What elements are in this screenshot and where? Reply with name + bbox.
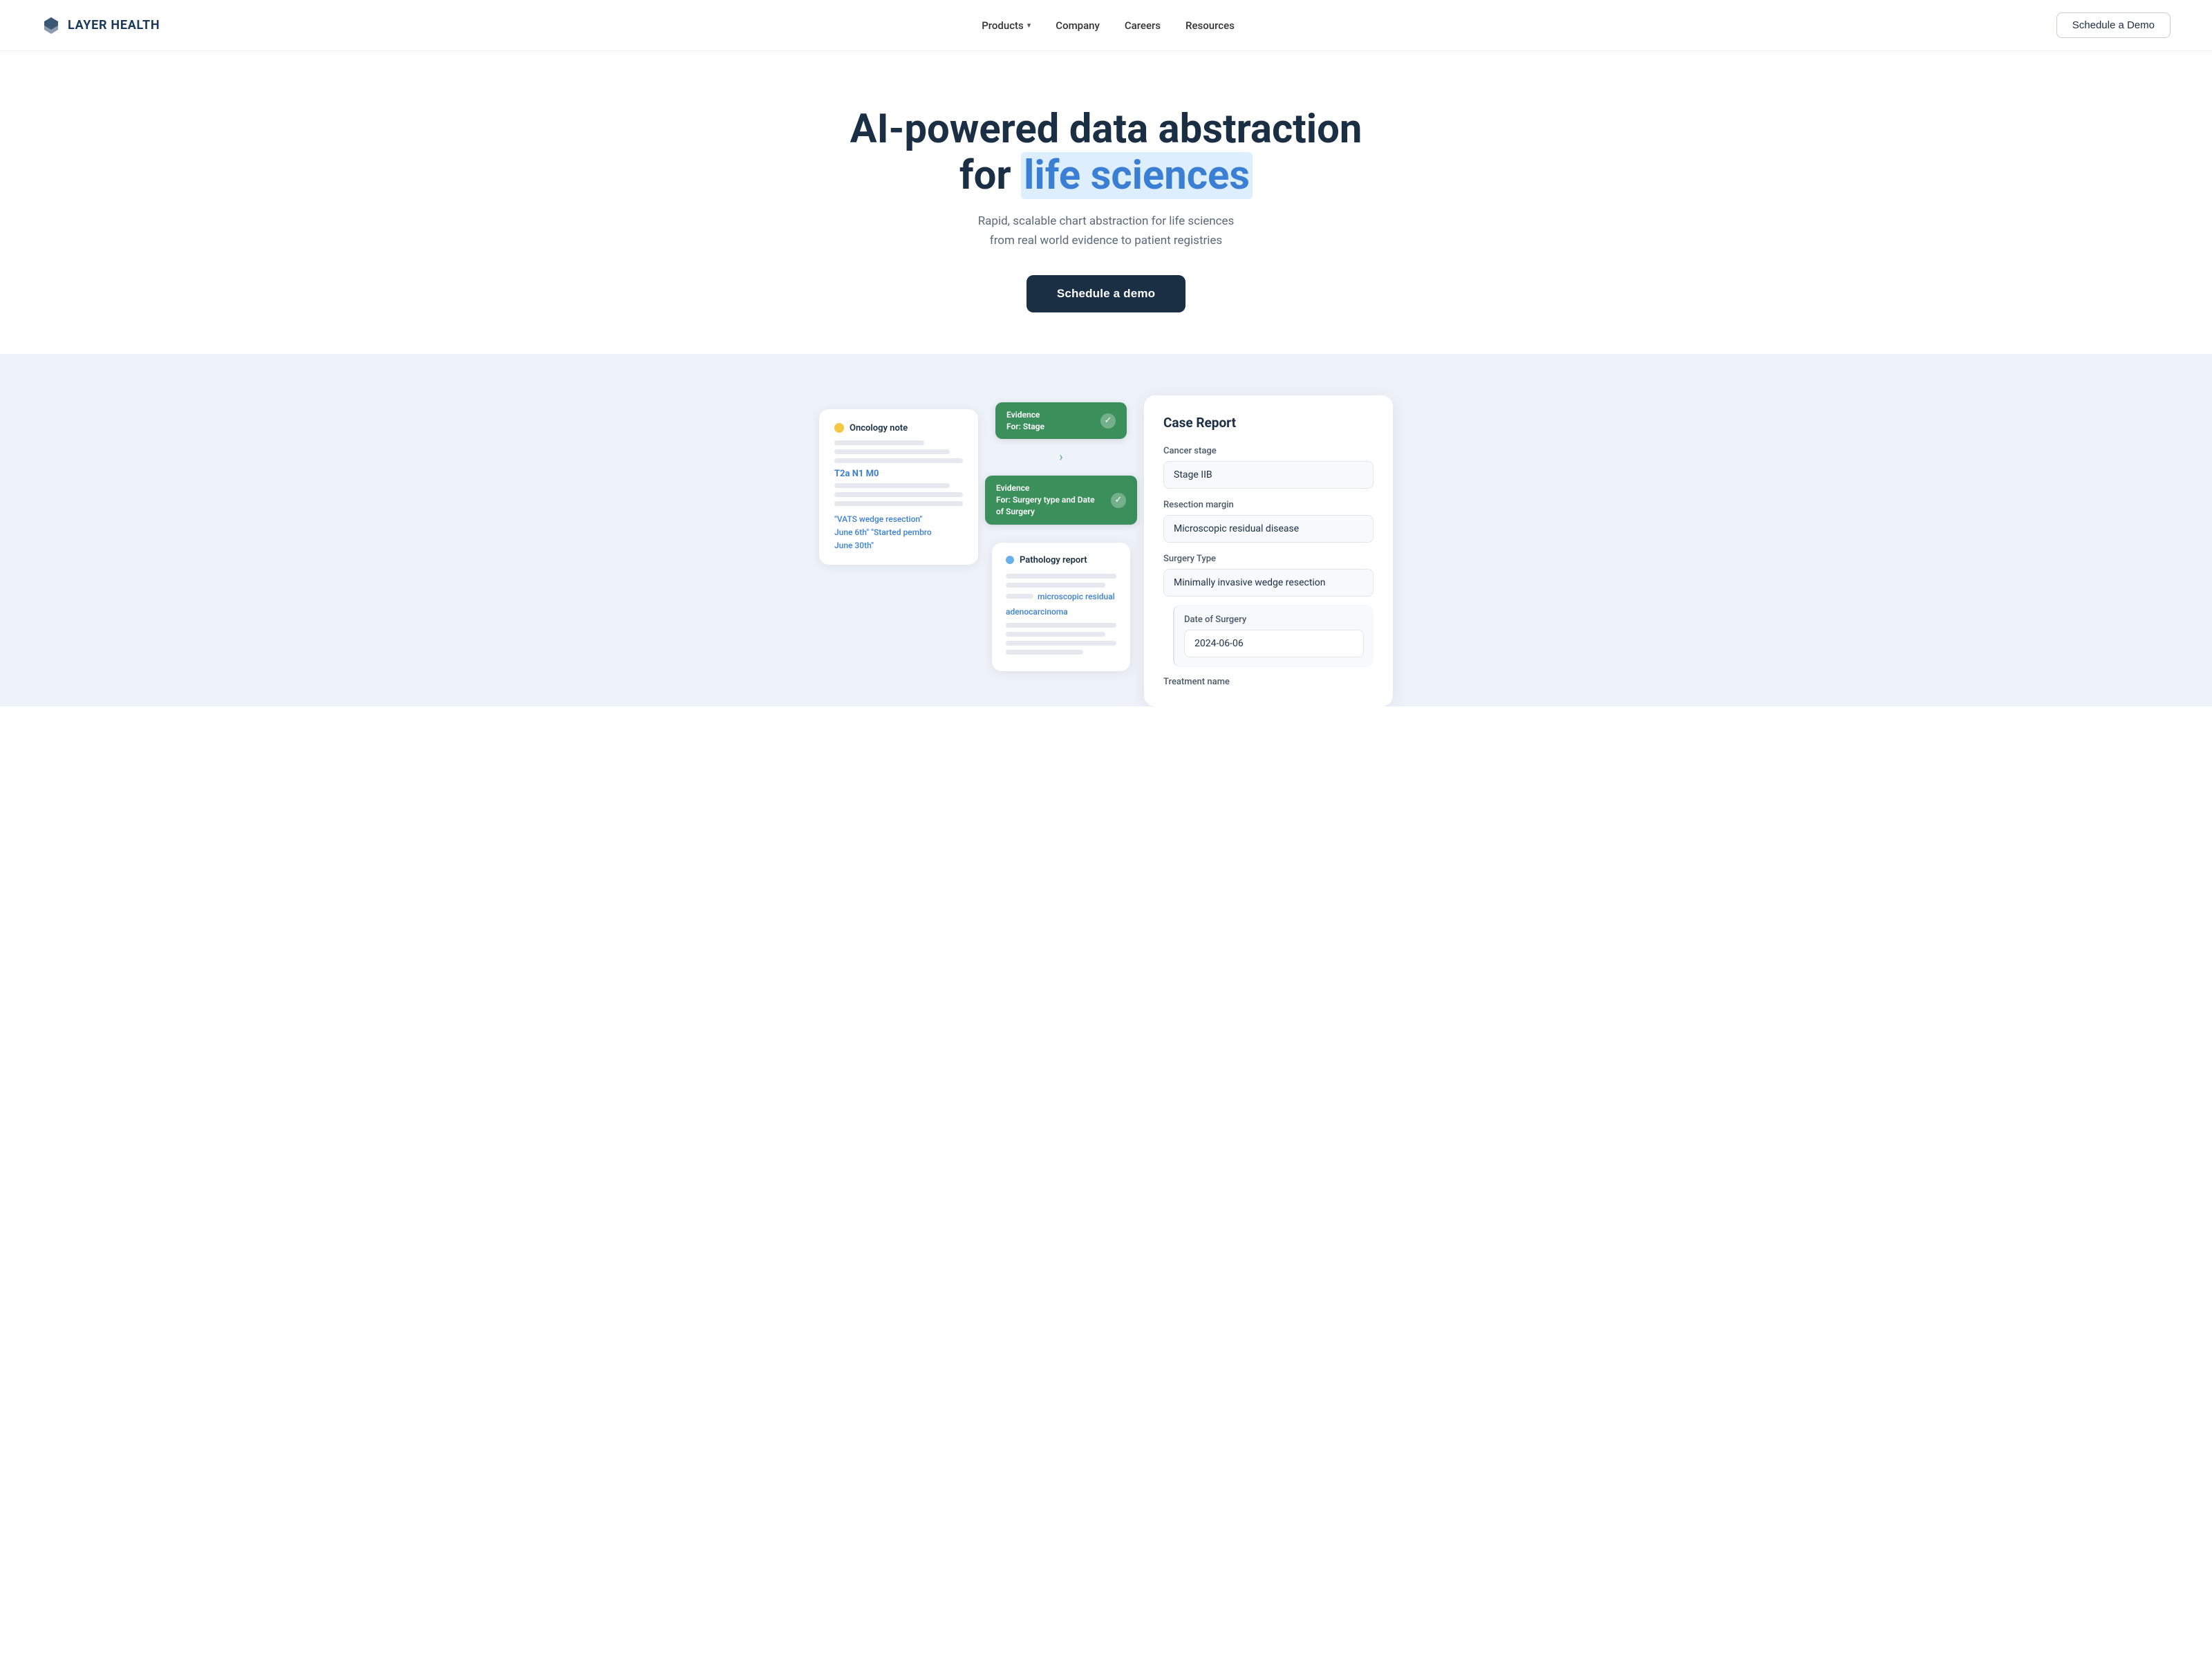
stage-text: T2a N1 M0 [834, 469, 963, 479]
hero-cta-button[interactable]: Schedule a demo [1027, 275, 1185, 312]
evidence-check-icon-2: ✓ [1111, 493, 1126, 508]
resection-margin-value: Microscopic residual disease [1163, 515, 1374, 543]
surgery-type-value: Minimally invasive wedge resection [1163, 569, 1374, 597]
surgery-type-label: Surgery Type [1163, 554, 1374, 564]
blue-dot-icon [1006, 556, 1014, 564]
cancer-stage-value: Stage IIB [1163, 461, 1374, 489]
resection-margin-label: Resection margin [1163, 500, 1374, 510]
text-line-5 [834, 492, 963, 497]
oncology-card: Oncology note T2a N1 M0 "VATS wedge rese… [819, 409, 978, 565]
nav-schedule-demo-button[interactable]: Schedule a Demo [2056, 12, 2171, 38]
text-line-6 [834, 501, 963, 506]
path-line-1 [1006, 574, 1116, 579]
path-short-line [1006, 594, 1033, 599]
nav-links: Products ▾ Company Careers Resources [982, 19, 1235, 32]
date-of-surgery-label: Date of Surgery [1184, 615, 1364, 625]
hero-section: AI-powered data abstraction for life sci… [0, 51, 2212, 354]
nav-item-products[interactable]: Products ▾ [982, 19, 1031, 32]
pathology-card-title: Pathology report [1020, 555, 1087, 565]
pathology-card-header: Pathology report [1006, 555, 1116, 565]
evidence-badge-surgery-text: Evidence For: Surgery type and Date of S… [996, 482, 1100, 517]
cancer-stage-label: Cancer stage [1163, 446, 1374, 456]
yellow-dot-icon [834, 423, 844, 433]
evidence-badge-stage: Evidence For: Stage ✓ [995, 402, 1127, 440]
demo-inner: Oncology note T2a N1 M0 "VATS wedge rese… [819, 395, 1393, 706]
date-of-surgery-group: Date of Surgery 2024-06-06 [1173, 605, 1374, 667]
evidence-badge-surgery: Evidence For: Surgery type and Date of S… [985, 476, 1137, 524]
hero-subtitle: Rapid, scalable chart abstraction for li… [940, 212, 1272, 250]
pathology-card: Pathology report microscopic residual ad… [992, 543, 1130, 671]
logo[interactable]: LAYER HEALTH [41, 16, 160, 35]
demo-section: Oncology note T2a N1 M0 "VATS wedge rese… [0, 354, 2212, 706]
arrow-down-icon: › [1059, 450, 1062, 465]
june6-text: June 6th" "Started pembro [834, 527, 932, 537]
text-line-3 [834, 458, 963, 463]
case-report-panel: Case Report Cancer stage Stage IIB Resec… [1144, 395, 1393, 706]
chevron-down-icon: ▾ [1027, 21, 1031, 30]
vats-text: "VATS wedge resection" [834, 514, 922, 524]
path-line-5 [1006, 641, 1116, 646]
hero-headline: AI-powered data abstraction for life sci… [836, 106, 1376, 198]
path-line-4 [1006, 632, 1105, 637]
path-line-2 [1006, 583, 1105, 588]
resection-margin-field: Resection margin Microscopic residual di… [1163, 500, 1374, 543]
nav-item-resources[interactable]: Resources [1185, 19, 1235, 32]
logo-icon [41, 16, 61, 35]
microscopic-text: microscopic residual [1038, 592, 1115, 601]
evidence-check-icon-1: ✓ [1100, 413, 1116, 429]
treatment-name-label: Treatment name [1163, 677, 1374, 687]
surgery-type-field: Surgery Type Minimally invasive wedge re… [1163, 554, 1374, 597]
date-of-surgery-value: 2024-06-06 [1184, 630, 1364, 657]
path-line-6 [1006, 650, 1083, 655]
nav-item-company[interactable]: Company [1056, 19, 1100, 32]
hero-highlight: life sciences [1021, 152, 1253, 199]
evidence-badge-stage-text: Evidence For: Stage [1006, 409, 1044, 433]
text-line-4 [834, 483, 950, 488]
oncology-card-title: Oncology note [850, 423, 908, 433]
cancer-stage-field: Cancer stage Stage IIB [1163, 446, 1374, 489]
case-report-title: Case Report [1163, 415, 1374, 431]
path-line-3 [1006, 623, 1116, 628]
june30-text: June 30th" [834, 541, 874, 550]
adenocarcinoma-text: adenocarcinoma [1006, 607, 1068, 617]
text-line-2 [834, 449, 950, 454]
nav-item-careers[interactable]: Careers [1125, 19, 1161, 32]
oncology-card-header: Oncology note [834, 423, 963, 433]
text-line-1 [834, 440, 924, 445]
navbar: LAYER HEALTH Products ▾ Company Careers … [0, 0, 2212, 51]
